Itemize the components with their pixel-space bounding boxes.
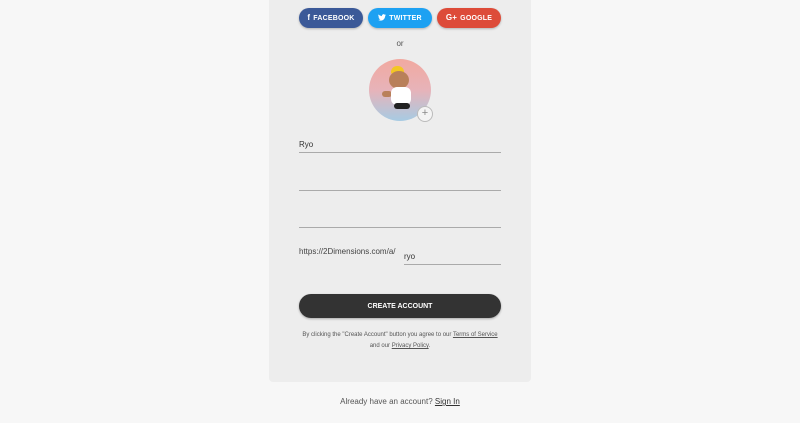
email-input[interactable] [299,173,501,192]
add-avatar-icon[interactable]: + [417,106,433,122]
or-divider: or [396,39,404,48]
twitter-icon [378,13,387,23]
create-account-button[interactable]: CREATE ACCOUNT [299,294,501,318]
facebook-button[interactable]: f FACEBOOK [299,8,363,28]
name-field[interactable] [299,134,501,154]
password-field[interactable] [299,209,501,229]
facebook-icon: f [307,13,311,22]
bear-legs-shape [394,103,410,109]
password-input[interactable] [299,210,501,229]
username-input[interactable] [404,250,501,263]
terms-suffix: . [428,343,431,349]
sign-in-link[interactable]: Sign In [435,397,460,406]
social-buttons: f FACEBOOK TWITTER G+ GOOGLE [299,8,501,28]
terms-of-service-link[interactable]: Terms of Service [453,332,498,338]
terms-prefix: By clicking the "Create Account" button … [302,332,452,338]
terms-text: By clicking the "Create Account" button … [299,330,501,352]
google-plus-icon: G+ [445,13,458,22]
signup-card: f FACEBOOK TWITTER G+ GOOGLE or + Ryo ht… [269,0,531,382]
google-label: GOOGLE [460,14,493,22]
avatar-container: + [369,59,433,122]
facebook-label: FACEBOOK [313,14,355,22]
name-input[interactable] [299,135,501,154]
signin-prompt-text: Already have an account? [340,397,433,406]
terms-middle: and our [369,343,391,349]
signin-prompt: Already have an account? Sign In [0,397,800,406]
twitter-label: TWITTER [389,14,422,22]
profile-url-prefix: https://2Dimensions.com/a/ [299,247,396,256]
privacy-policy-link[interactable]: Privacy Policy [392,343,429,349]
google-button[interactable]: G+ GOOGLE [437,8,501,28]
twitter-button[interactable]: TWITTER [368,8,432,28]
email-field[interactable] [299,172,501,192]
username-field[interactable] [404,246,501,265]
